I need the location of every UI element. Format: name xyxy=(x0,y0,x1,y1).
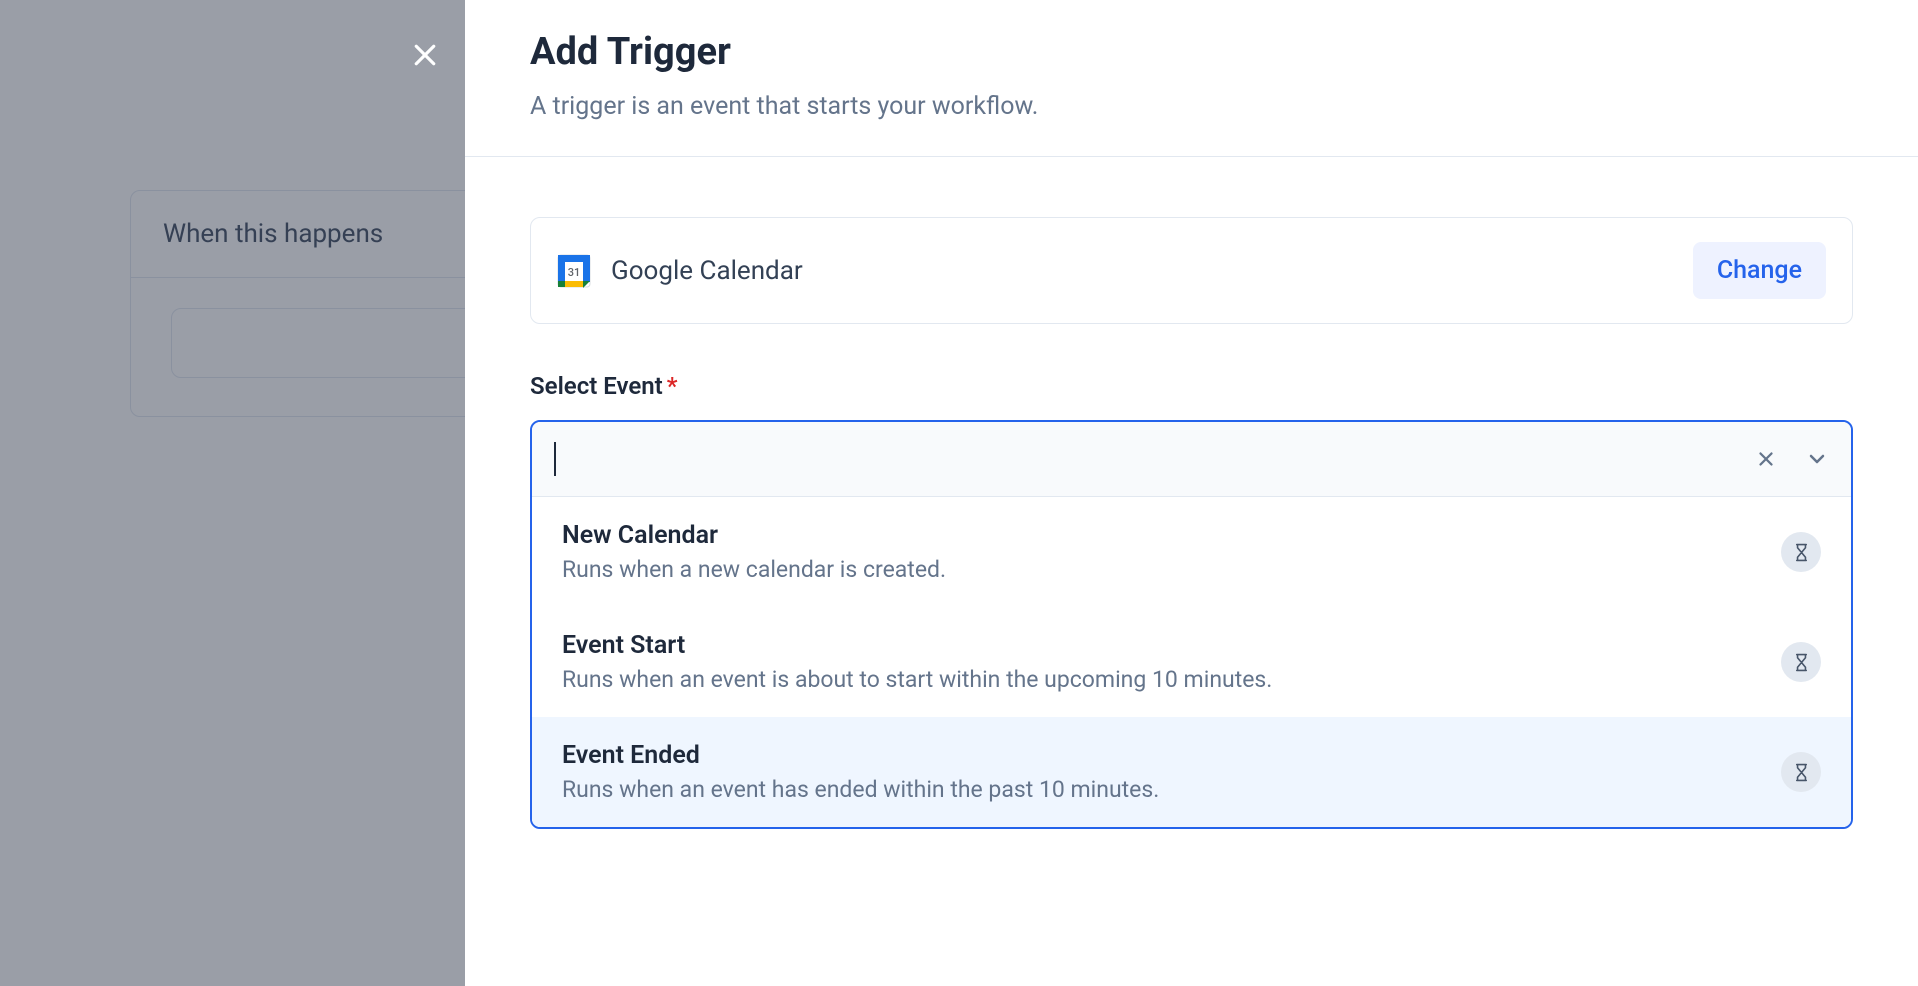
option-text: New Calendar Runs when a new calendar is… xyxy=(562,521,1761,583)
app-name: Google Calendar xyxy=(611,256,803,286)
polling-badge xyxy=(1781,752,1821,792)
option-description: Runs when an event has ended within the … xyxy=(562,776,1761,803)
hourglass-icon xyxy=(1792,763,1811,782)
text-cursor xyxy=(554,442,556,476)
options-list: New Calendar Runs when a new calendar is… xyxy=(532,497,1851,827)
panel-header: Add Trigger A trigger is an event that s… xyxy=(465,0,1918,157)
app-info: 31 Google Calendar xyxy=(557,254,803,288)
option-text: Event Start Runs when an event is about … xyxy=(562,631,1761,693)
select-event-label: Select Event* xyxy=(530,372,1853,400)
option-event-start[interactable]: Event Start Runs when an event is about … xyxy=(532,607,1851,717)
svg-text:31: 31 xyxy=(568,266,581,279)
x-icon xyxy=(1755,448,1777,470)
change-app-button[interactable]: Change xyxy=(1693,242,1826,299)
option-text: Event Ended Runs when an event has ended… xyxy=(562,741,1761,803)
option-event-ended[interactable]: Event Ended Runs when an event has ended… xyxy=(532,717,1851,827)
polling-badge xyxy=(1781,642,1821,682)
option-description: Runs when an event is about to start wit… xyxy=(562,666,1761,693)
option-description: Runs when a new calendar is created. xyxy=(562,556,1761,583)
close-icon xyxy=(410,40,440,70)
polling-badge xyxy=(1781,532,1821,572)
close-button[interactable] xyxy=(405,35,445,75)
hourglass-icon xyxy=(1792,543,1811,562)
select-event-label-text: Select Event xyxy=(530,372,663,400)
option-new-calendar[interactable]: New Calendar Runs when a new calendar is… xyxy=(532,497,1851,607)
add-trigger-panel: Add Trigger A trigger is an event that s… xyxy=(465,0,1918,986)
clear-selection-button[interactable] xyxy=(1755,448,1777,470)
select-input-row[interactable] xyxy=(532,422,1851,497)
required-indicator: * xyxy=(667,372,678,400)
google-calendar-icon: 31 xyxy=(557,254,591,288)
panel-subtitle: A trigger is an event that starts your w… xyxy=(530,92,1853,121)
option-title: Event Start xyxy=(562,631,1761,660)
toggle-dropdown-button[interactable] xyxy=(1805,447,1829,471)
hourglass-icon xyxy=(1792,653,1811,672)
panel-body: 31 Google Calendar Change Select Event* xyxy=(465,157,1918,869)
selected-app-card: 31 Google Calendar Change xyxy=(530,217,1853,324)
select-controls xyxy=(1755,447,1829,471)
chevron-down-icon xyxy=(1805,447,1829,471)
select-event-combobox[interactable]: New Calendar Runs when a new calendar is… xyxy=(530,420,1853,829)
panel-title: Add Trigger xyxy=(530,30,1853,74)
option-title: New Calendar xyxy=(562,521,1761,550)
option-title: Event Ended xyxy=(562,741,1761,770)
